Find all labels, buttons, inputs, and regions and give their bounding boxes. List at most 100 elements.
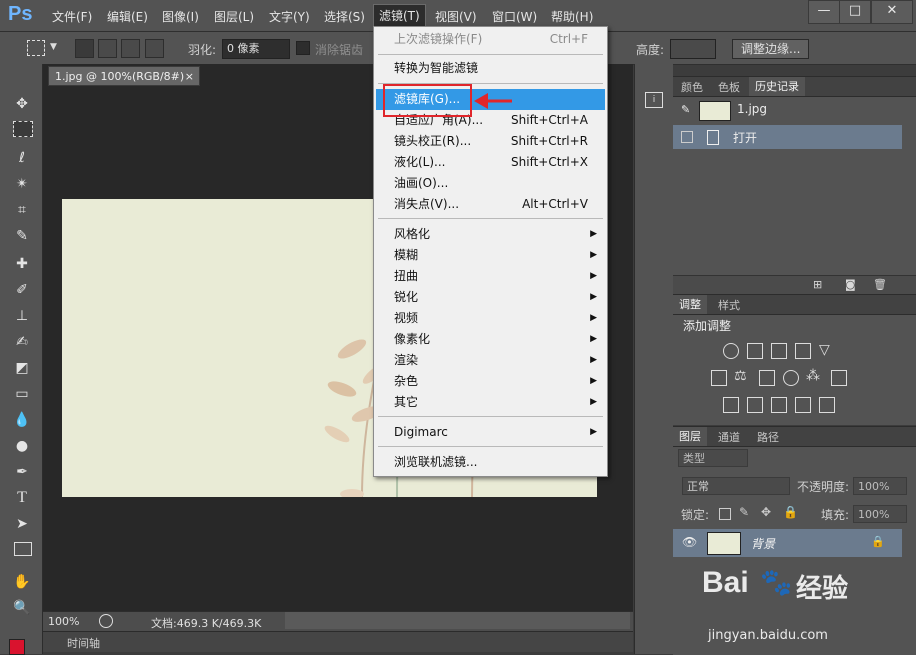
dodge-tool-icon[interactable]: ● <box>11 436 33 456</box>
tab-channels[interactable]: 通道 <box>718 429 740 445</box>
gradient-map-icon[interactable] <box>819 397 835 413</box>
filter-vanishing-point[interactable]: 消失点(V)... Alt+Ctrl+V <box>376 194 605 215</box>
preset-dropdown-icon[interactable]: ▼ <box>50 42 57 52</box>
filter-blur[interactable]: 模糊 ▶ <box>376 245 605 266</box>
opacity-input[interactable]: 100% <box>853 477 907 495</box>
intersect-selection-button[interactable] <box>145 39 164 58</box>
tab-paths[interactable]: 路径 <box>757 429 779 445</box>
path-selection-tool-icon[interactable]: ➤ <box>11 514 33 534</box>
filter-distort[interactable]: 扭曲 ▶ <box>376 266 605 287</box>
menu-type[interactable]: 文字(Y) <box>269 8 310 25</box>
menu-image[interactable]: 图像(I) <box>162 8 199 25</box>
layer-row-background[interactable]: 👁 背景 🔒 <box>673 529 902 557</box>
filter-digimarc[interactable]: Digimarc ▶ <box>376 422 605 443</box>
horizontal-scrollbar[interactable] <box>285 612 630 629</box>
hue-saturation-icon[interactable] <box>711 370 727 386</box>
history-brush-source-icon[interactable]: ✎ <box>681 103 690 116</box>
color-lookup-icon[interactable] <box>831 370 847 386</box>
zoom-tool-icon[interactable]: 🔍 <box>11 598 33 618</box>
history-snapshot[interactable]: ✎ 1.jpg <box>673 99 902 121</box>
filter-sharpen[interactable]: 锐化 ▶ <box>376 287 605 308</box>
selective-color-icon[interactable] <box>795 397 811 413</box>
foreground-color-swatch[interactable] <box>9 639 25 655</box>
tab-styles[interactable]: 样式 <box>718 297 740 313</box>
zoom-level[interactable]: 100% <box>48 615 79 628</box>
menu-edit[interactable]: 编辑(E) <box>107 8 148 25</box>
lock-pixels-icon[interactable]: ✎ <box>739 505 749 519</box>
filter-render[interactable]: 渲染 ▶ <box>376 350 605 371</box>
vibrance-icon[interactable]: ▽ <box>819 342 830 358</box>
layer-filter-kind[interactable]: 类型 <box>678 449 748 467</box>
filter-oil-paint[interactable]: 油画(O)... <box>376 173 605 194</box>
new-document-from-state-icon[interactable]: ⊞ <box>813 278 822 291</box>
marquee-preset-icon[interactable] <box>27 40 45 56</box>
brightness-icon[interactable] <box>723 343 739 359</box>
feather-input[interactable]: 0 像素 <box>222 39 290 59</box>
history-brush-tool-icon[interactable]: ✍ <box>11 332 33 352</box>
menu-window[interactable]: 窗口(W) <box>492 8 537 25</box>
filter-noise[interactable]: 杂色 ▶ <box>376 371 605 392</box>
invert-icon[interactable] <box>723 397 739 413</box>
brush-tool-icon[interactable]: ✐ <box>11 280 33 300</box>
filter-liquify[interactable]: 液化(L)... Shift+Ctrl+X <box>376 152 605 173</box>
gradient-tool-icon[interactable]: ▭ <box>11 384 33 404</box>
filter-lens-correction[interactable]: 镜头校正(R)... Shift+Ctrl+R <box>376 131 605 152</box>
hand-tool-icon[interactable]: ✋ <box>11 572 33 592</box>
layer-visibility-eye-icon[interactable]: 👁 <box>682 535 697 549</box>
move-tool-icon[interactable]: ✥ <box>11 94 33 114</box>
new-selection-button[interactable] <box>75 39 94 58</box>
menu-view[interactable]: 视图(V) <box>435 8 477 25</box>
color-balance-icon[interactable]: ⚖ <box>734 368 747 384</box>
document-tab[interactable]: 1.jpg @ 100%(RGB/8#) × <box>48 66 200 86</box>
tab-adjustments[interactable]: 调整 <box>673 295 707 314</box>
threshold-icon[interactable] <box>771 397 787 413</box>
lock-all-icon[interactable]: 🔒 <box>783 505 798 519</box>
tab-swatches[interactable]: 色板 <box>718 79 740 95</box>
tab-layers[interactable]: 图层 <box>673 427 707 446</box>
close-tab-icon[interactable]: × <box>185 67 194 87</box>
posterize-icon[interactable] <box>747 397 763 413</box>
pen-tool-icon[interactable]: ✒ <box>11 462 33 482</box>
filter-convert-smart[interactable]: 转换为智能滤镜 <box>376 58 605 79</box>
shape-tool-icon[interactable] <box>14 542 32 556</box>
filter-pixelate[interactable]: 像素化 ▶ <box>376 329 605 350</box>
photo-filter-icon[interactable] <box>783 370 799 386</box>
healing-brush-tool-icon[interactable]: ✚ <box>11 254 33 274</box>
filter-browse-online[interactable]: 浏览联机滤镜... <box>376 452 605 473</box>
type-tool-icon[interactable]: T <box>11 488 33 508</box>
clone-stamp-tool-icon[interactable]: ⊥ <box>11 306 33 326</box>
fill-input[interactable]: 100% <box>853 505 907 523</box>
height-input[interactable] <box>670 39 716 59</box>
menu-select[interactable]: 选择(S) <box>324 8 365 25</box>
menu-help[interactable]: 帮助(H) <box>551 8 593 25</box>
tab-history[interactable]: 历史记录 <box>749 77 805 96</box>
add-selection-button[interactable] <box>98 39 117 58</box>
eraser-tool-icon[interactable]: ◩ <box>11 358 33 378</box>
minimize-button[interactable]: — <box>808 0 840 24</box>
status-info-icon[interactable] <box>99 614 113 628</box>
crop-tool-icon[interactable]: ⌗ <box>11 200 33 220</box>
antialias-checkbox[interactable] <box>296 41 310 55</box>
levels-icon[interactable] <box>747 343 763 359</box>
history-step-checkbox[interactable] <box>681 131 693 143</box>
channel-mixer-icon[interactable]: ⁂ <box>806 368 820 384</box>
blend-mode-select[interactable]: 正常 <box>682 477 790 495</box>
menu-file[interactable]: 文件(F) <box>52 8 92 25</box>
filter-video[interactable]: 视频 ▶ <box>376 308 605 329</box>
maximize-button[interactable]: □ <box>839 0 871 24</box>
tab-color[interactable]: 颜色 <box>681 79 703 95</box>
close-window-button[interactable]: ✕ <box>871 0 913 24</box>
trash-icon[interactable]: 🗑 <box>873 278 887 291</box>
lasso-tool-icon[interactable]: ℓ <box>11 148 33 168</box>
subtract-selection-button[interactable] <box>121 39 140 58</box>
menu-filter[interactable]: 滤镜(T) <box>373 4 426 27</box>
magic-wand-tool-icon[interactable]: ✴ <box>11 174 33 194</box>
filter-other[interactable]: 其它 ▶ <box>376 392 605 413</box>
timeline-label[interactable]: 时间轴 <box>67 635 100 651</box>
rect-marquee-tool-icon[interactable] <box>13 121 33 137</box>
menu-layer[interactable]: 图层(L) <box>214 8 254 25</box>
lock-transparency-icon[interactable] <box>719 508 731 520</box>
filter-stylize[interactable]: 风格化 ▶ <box>376 224 605 245</box>
exposure-icon[interactable] <box>795 343 811 359</box>
refine-edge-button[interactable]: 调整边缘... <box>732 39 810 59</box>
